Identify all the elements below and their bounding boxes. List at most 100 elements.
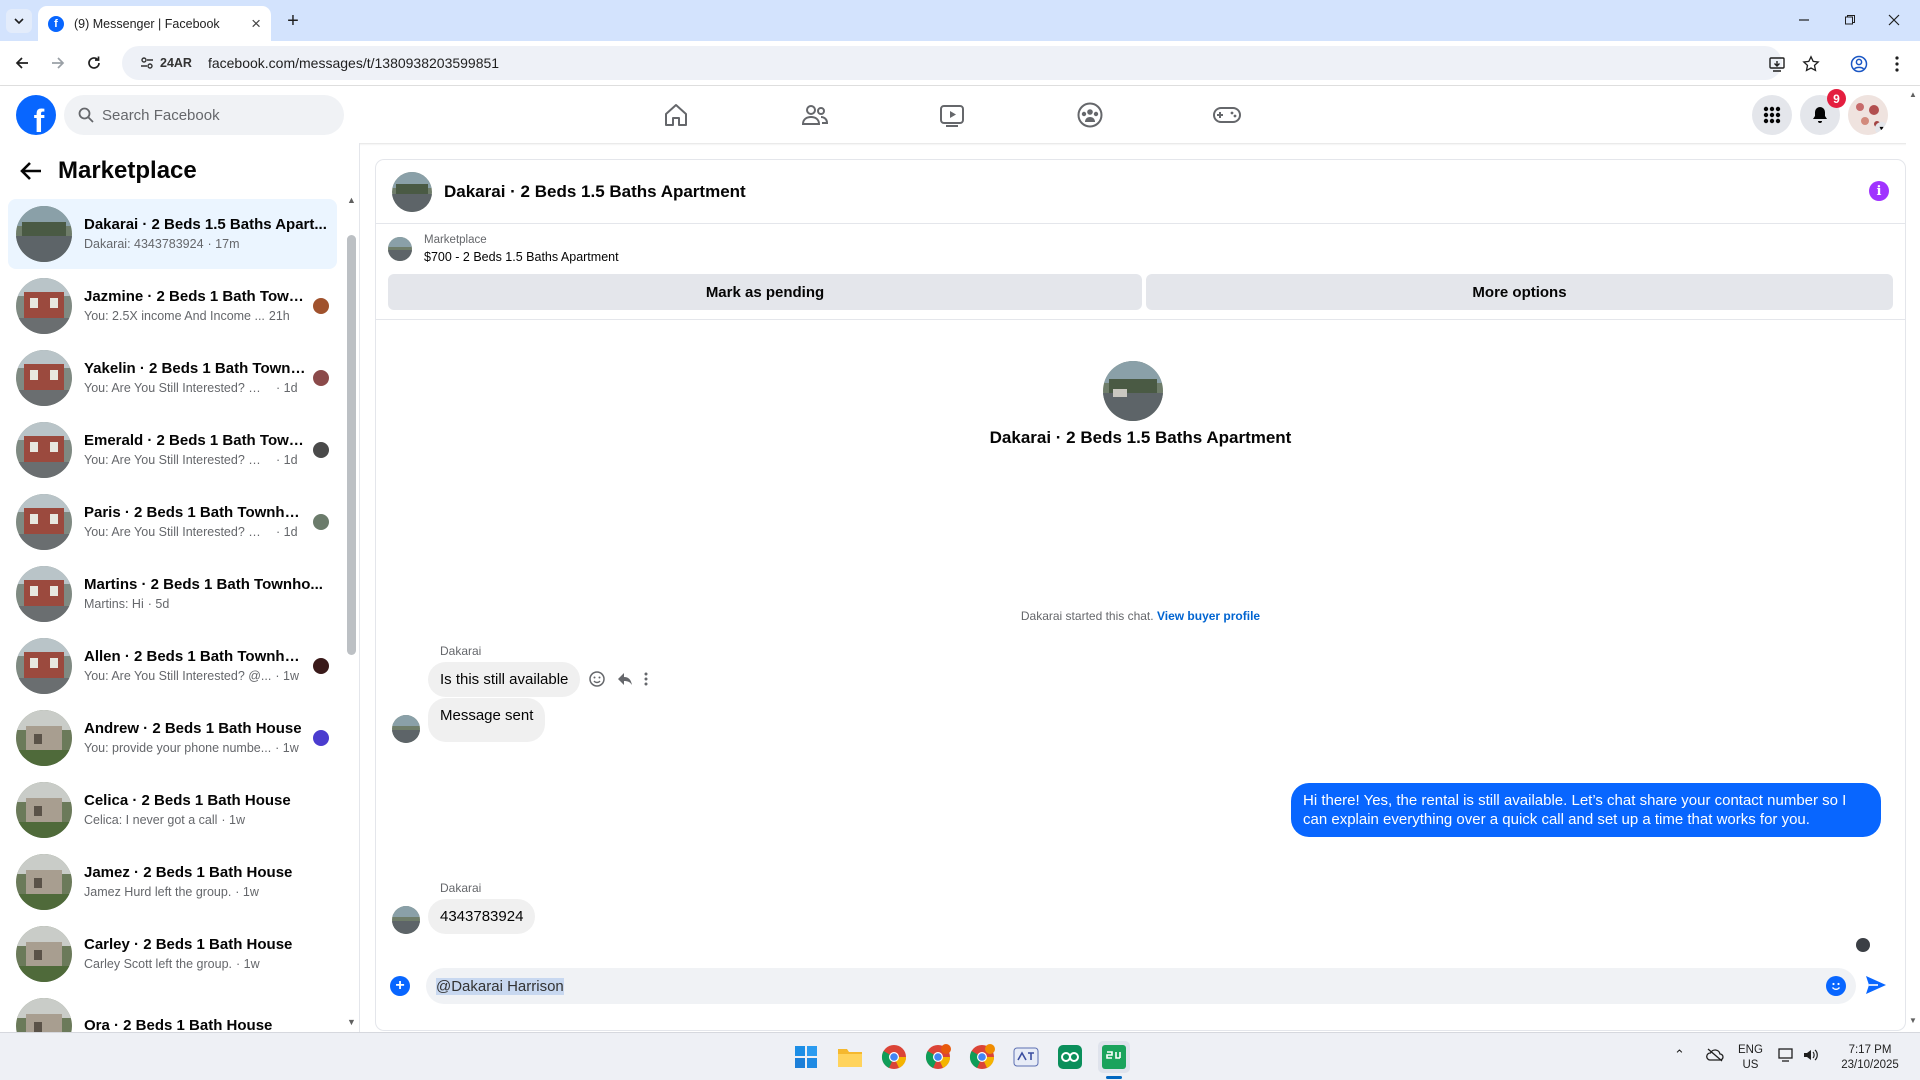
chat-list-item[interactable]: Allen · 2 Beds 1 Bath Townhou... You: Are…	[8, 631, 337, 701]
reload-button[interactable]	[82, 51, 106, 75]
chat-text: Allen · 2 Beds 1 Bath Townhou... You: Are…	[84, 647, 307, 685]
facebook-logo-icon[interactable]: f	[16, 95, 56, 135]
tab-close-icon[interactable]: ×	[251, 14, 261, 34]
mark-pending-button[interactable]: Mark as pending	[388, 274, 1142, 310]
install-app-button[interactable]	[1766, 53, 1788, 75]
conversation-title[interactable]: Dakarai · 2 Beds 1.5 Baths Apartment	[444, 182, 746, 202]
chat-preview: You: Are You Still Interested? @E... · 1d	[84, 451, 307, 469]
search-input[interactable]: Search Facebook	[64, 95, 344, 135]
chat-list-item[interactable]: Celica · 2 Beds 1 Bath House Celica: I ne…	[8, 775, 337, 845]
back-button[interactable]	[10, 51, 34, 75]
windows-icon	[795, 1046, 817, 1068]
green-app-button[interactable]	[1054, 1041, 1086, 1073]
network-icon[interactable]	[1778, 1047, 1796, 1063]
chat-list-item[interactable]: Carley · 2 Beds 1 Bath House Carley Scott…	[8, 919, 337, 989]
chat-list-item[interactable]: Emerald · 2 Beds 1 Bath Town... You: Are …	[8, 415, 337, 485]
chat-time: · 1w	[236, 957, 260, 971]
chat-time: · 5d	[147, 597, 170, 611]
chat-text: Celica · 2 Beds 1 Bath House Celica: I ne…	[84, 791, 329, 829]
message-bubble[interactable]: Is this still available	[428, 662, 581, 697]
cloud-offline-icon[interactable]	[1706, 1047, 1724, 1063]
listing-photo-icon	[16, 854, 72, 910]
add-attachment-button[interactable]: +	[390, 976, 410, 996]
account-avatar[interactable]: ▾	[1848, 95, 1888, 135]
chat-time: 21h	[268, 309, 290, 323]
back-arrow-icon[interactable]	[20, 161, 42, 181]
chat-preview-text: Jamez Hurd left the group.	[84, 885, 232, 899]
file-explorer-button[interactable]	[834, 1041, 866, 1073]
chrome-button[interactable]	[878, 1041, 910, 1073]
conversation-avatar[interactable]	[392, 171, 432, 212]
listing-photo-icon	[388, 237, 412, 261]
chat-preview: You: Are You Still Interested? @P... · 1d	[84, 523, 307, 541]
chat-list-item[interactable]: Ora · 2 Beds 1 Bath House	[8, 991, 337, 1033]
chat-list-item[interactable]: Martins · 2 Beds 1 Bath Townho... Martins…	[8, 559, 337, 629]
menu-button[interactable]	[1752, 95, 1792, 135]
more-vertical-icon[interactable]	[644, 672, 648, 686]
emoji-button[interactable]	[1826, 976, 1846, 996]
outgoing-message-bubble[interactable]: Hi there! Yes, the rental is still avail…	[1291, 783, 1881, 837]
chat-preview: Carley Scott left the group. · 1w	[84, 955, 329, 973]
message-composer-input[interactable]: @Dakarai Harrison	[426, 968, 1856, 1004]
sidebar-scrollbar[interactable]	[347, 235, 356, 655]
listing-info[interactable]: Marketplace $700 - 2 Beds 1.5 Baths Apar…	[388, 232, 619, 266]
bookmark-button[interactable]	[1800, 53, 1822, 75]
message-bubble[interactable]: 4343783924	[428, 899, 536, 934]
app-button[interactable]	[1010, 1041, 1042, 1073]
site-info-chip[interactable]: 24AR	[130, 50, 202, 76]
view-buyer-profile-link[interactable]: View buyer profile	[1157, 609, 1260, 623]
nav-friends[interactable]	[785, 96, 845, 134]
scroll-down-arrow[interactable]: ▼	[347, 1017, 356, 1027]
language-indicator[interactable]: ENG US	[1738, 1043, 1763, 1073]
nav-gaming[interactable]	[1197, 96, 1257, 134]
read-receipt-avatar	[313, 730, 329, 746]
message-bubble[interactable]: Message sent	[428, 698, 546, 742]
minimize-button[interactable]	[1790, 8, 1818, 32]
chat-name: Paris · 2 Beds 1 Bath Townhouse	[84, 504, 307, 521]
cloud-icon	[1706, 1048, 1724, 1062]
chat-name: Yakelin · 2 Beds 1 Bath Townh...	[84, 360, 307, 377]
chat-name: Emerald · 2 Beds 1 Bath Town...	[84, 432, 307, 449]
page-scrollbar[interactable]: ▲ ▼	[1906, 86, 1920, 1032]
chrome-profile-2-button[interactable]	[922, 1041, 954, 1073]
clock[interactable]: 7:17 PM 23/10/2025	[1834, 1043, 1906, 1073]
chat-thumbnail	[16, 638, 72, 694]
chat-list-item[interactable]: Jamez · 2 Beds 1 Bath House Jamez Hurd le…	[8, 847, 337, 917]
chrome-profile-3-button[interactable]	[966, 1041, 998, 1073]
chat-thumbnail	[16, 782, 72, 838]
24ar-app-button[interactable]	[1098, 1041, 1130, 1073]
react-emoji-icon[interactable]	[588, 670, 606, 688]
chat-preview: Dakarai: 4343783924 · 17m	[84, 235, 329, 253]
scroll-up-arrow[interactable]: ▲	[347, 195, 356, 205]
info-icon[interactable]: i	[1869, 181, 1889, 201]
tray-chevron-icon[interactable]: ⌃	[1674, 1047, 1685, 1062]
chat-name: Carley · 2 Beds 1 Bath House	[84, 936, 293, 953]
nav-home[interactable]	[646, 96, 706, 134]
close-window-button[interactable]	[1880, 8, 1908, 32]
send-button[interactable]	[1865, 975, 1889, 997]
chat-preview-text: You: Are You Still Interested? @Y...	[84, 381, 272, 395]
profile-button[interactable]	[1848, 53, 1870, 75]
chat-list-item[interactable]: Yakelin · 2 Beds 1 Bath Townh... You: Are…	[8, 343, 337, 413]
notifications-button[interactable]: 9	[1800, 89, 1846, 135]
more-vertical-icon	[1895, 56, 1899, 72]
volume-icon[interactable]	[1802, 1047, 1820, 1063]
browser-tab-active[interactable]: f (9) Messenger | Facebook ×	[38, 6, 271, 41]
chat-list-item[interactable]: Jazmine · 2 Beds 1 Bath Town... You: 2.5X…	[8, 271, 337, 341]
nav-groups[interactable]	[1060, 96, 1120, 134]
chat-text: Andrew · 2 Beds 1 Bath House You: provide…	[84, 719, 307, 757]
more-options-button[interactable]: More options	[1146, 274, 1893, 310]
restore-button[interactable]	[1836, 8, 1864, 32]
chat-list-item[interactable]: Paris · 2 Beds 1 Bath Townhouse You: Are …	[8, 487, 337, 557]
send-icon	[1866, 976, 1886, 994]
address-bar[interactable]: 24AR facebook.com/messages/t/13809382035…	[122, 46, 1782, 80]
nav-watch[interactable]	[922, 96, 982, 134]
chat-list-item[interactable]: Dakarai · 2 Beds 1.5 Baths Apart... Dakar…	[8, 199, 337, 269]
forward-button[interactable]	[46, 51, 70, 75]
new-tab-button[interactable]: +	[282, 10, 304, 32]
start-button[interactable]	[790, 1041, 822, 1073]
tab-search-button[interactable]	[6, 9, 32, 33]
reply-icon[interactable]	[616, 670, 634, 688]
browser-menu-button[interactable]	[1886, 53, 1908, 75]
chat-list-item[interactable]: Andrew · 2 Beds 1 Bath House You: provide…	[8, 703, 337, 773]
